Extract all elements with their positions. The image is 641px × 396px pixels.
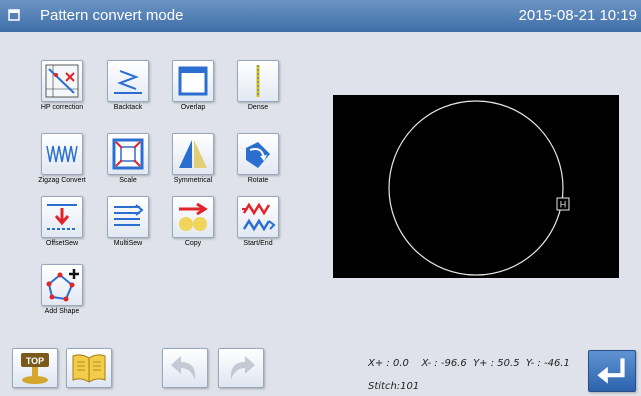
symmetrical-tool[interactable]: Symmetrical	[161, 133, 225, 184]
coordinate-readout: X+ : 0.0 X- : -96.6 Y+ : 50.5 Y- : -46.1	[368, 358, 570, 369]
book-icon	[72, 354, 106, 383]
page-title: Pattern convert mode	[40, 7, 184, 24]
top-button[interactable]: TOP	[12, 348, 58, 388]
backtack-icon	[114, 70, 142, 94]
backtack-tool[interactable]: Backtack	[96, 60, 160, 111]
tool-label: Rotate	[247, 177, 269, 184]
tool-label: Dense	[247, 104, 269, 111]
multi-sew-icon	[114, 204, 144, 226]
tool-label: Backtack	[113, 104, 143, 111]
add-shape-tool[interactable]: Add Shape	[30, 264, 94, 315]
zigzag-convert-tool[interactable]: Zigzag Convert	[30, 133, 94, 184]
tool-label: Zigzag Convert	[38, 177, 86, 184]
title-bar: Pattern convert mode 2015-08-21 10:19	[0, 0, 641, 32]
dense-tool[interactable]: Dense	[226, 60, 290, 111]
tool-label: Copy	[184, 240, 202, 247]
undo-button[interactable]	[162, 348, 208, 388]
symmetrical-icon	[179, 140, 207, 168]
datetime: 2015-08-21 10:19	[518, 7, 637, 24]
overlap-icon	[178, 66, 208, 96]
copy-icon	[179, 202, 208, 231]
tool-label: Start/End	[243, 240, 273, 247]
rotate-tool[interactable]: Rotate	[226, 133, 290, 184]
start-end-tool[interactable]: Start/End	[226, 196, 290, 247]
pattern-circle	[388, 100, 564, 276]
redo-button[interactable]	[218, 348, 264, 388]
hp-correction-tool[interactable]: HP correction	[30, 60, 94, 111]
offset-sew-tool[interactable]: OffsetSew	[30, 196, 94, 247]
redo-icon	[230, 356, 255, 380]
tool-label: HP correction	[40, 104, 84, 111]
stitch-count: Stitch:101	[368, 381, 420, 392]
tool-label: Symmetrical	[173, 177, 213, 184]
scale-icon	[112, 138, 144, 170]
tool-label: Overlap	[180, 104, 206, 111]
svg-text:H: H	[560, 200, 567, 210]
add-shape-icon	[46, 269, 79, 302]
enter-button[interactable]	[588, 350, 636, 392]
tool-label: Add Shape	[44, 308, 80, 315]
home-marker: H	[556, 197, 570, 211]
window-icon	[8, 9, 20, 21]
manual-button[interactable]	[66, 348, 112, 388]
scale-tool[interactable]: Scale	[96, 133, 160, 184]
rotate-icon	[246, 142, 270, 168]
tool-label: OffsetSew	[45, 240, 79, 247]
undo-icon	[171, 356, 196, 380]
pattern-preview[interactable]: H	[333, 95, 619, 278]
zigzag-icon	[46, 145, 78, 163]
top-icon: TOP	[21, 353, 49, 384]
dense-icon	[256, 65, 260, 97]
tool-label: Scale	[119, 177, 137, 184]
hp-correction-icon	[45, 64, 79, 98]
copy-tool[interactable]: Copy	[161, 196, 225, 247]
tool-label: MultiSew	[113, 240, 143, 247]
overlap-tool[interactable]: Overlap	[161, 60, 225, 111]
multi-sew-tool[interactable]: MultiSew	[96, 196, 160, 247]
start-end-icon	[242, 202, 276, 232]
enter-icon	[597, 358, 625, 384]
offset-sew-icon	[47, 204, 77, 230]
svg-text:TOP: TOP	[26, 356, 44, 366]
